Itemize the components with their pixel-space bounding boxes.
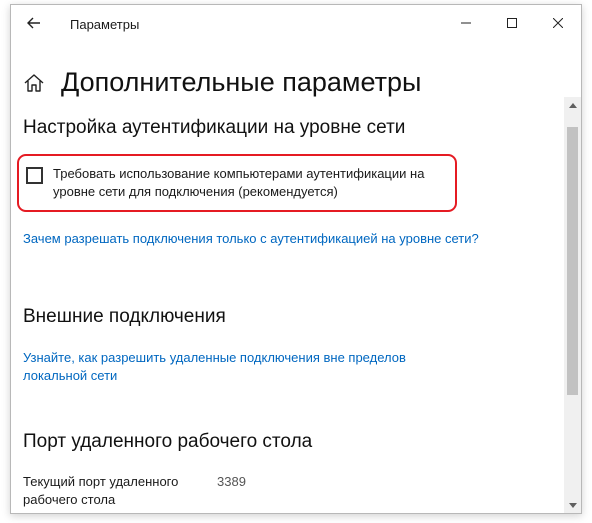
page-title: Дополнительные параметры [61, 67, 422, 97]
back-arrow-icon [27, 17, 40, 29]
close-button[interactable] [535, 5, 581, 41]
vertical-scrollbar[interactable] [564, 97, 581, 513]
scroll-thumb[interactable] [567, 127, 578, 395]
nla-section-title: Настройка аутентификации на уровне сети [23, 117, 406, 138]
external-connections-link[interactable]: Узнайте, как разрешить удаленные подключ… [23, 349, 453, 385]
nla-checkbox-row[interactable]: Требовать использование компьютерами аут… [26, 165, 463, 201]
minimize-icon [461, 22, 471, 24]
maximize-button[interactable] [489, 5, 535, 41]
close-icon [553, 18, 563, 28]
window-title: Параметры [70, 17, 140, 32]
port-label: Текущий порт удаленного рабочего стола [23, 474, 179, 507]
scroll-up-button[interactable] [564, 97, 581, 113]
home-icon[interactable] [23, 72, 45, 94]
port-value: 3389 [217, 474, 246, 489]
minimize-button[interactable] [443, 5, 489, 41]
title-bar: Параметры [11, 5, 581, 41]
external-section-title: Внешние подключения [23, 306, 226, 327]
chevron-down-icon [568, 502, 577, 508]
nla-checkbox[interactable] [26, 167, 43, 184]
maximize-icon [507, 18, 517, 28]
content-area: Дополнительные параметры Настройка аутен… [11, 41, 564, 513]
nla-checkbox-label[interactable]: Требовать использование компьютерами аут… [53, 165, 463, 201]
back-button[interactable] [23, 13, 45, 33]
chevron-up-icon [568, 102, 577, 108]
settings-window: Параметры Дополнительные параметры Настр… [10, 4, 582, 514]
nla-info-link[interactable]: Зачем разрешать подключения только с аут… [23, 230, 493, 248]
page-header: Дополнительные параметры [23, 67, 421, 98]
scroll-down-button[interactable] [564, 497, 581, 513]
port-section-title: Порт удаленного рабочего стола [23, 431, 313, 452]
